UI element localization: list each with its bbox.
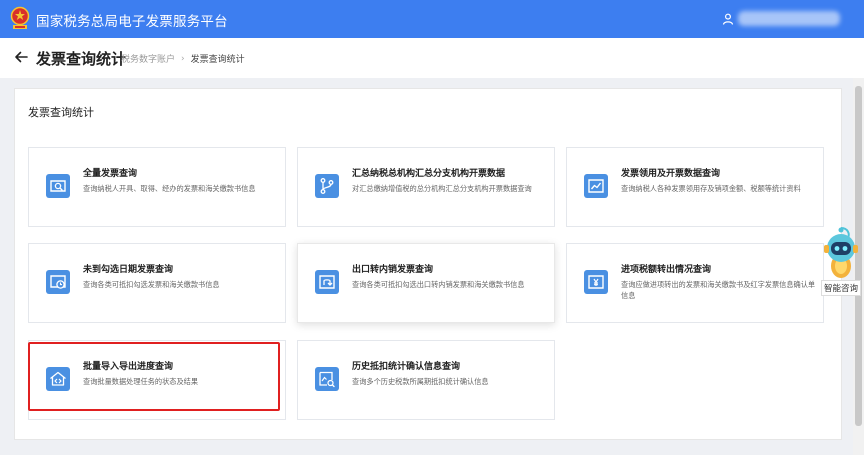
- search-doc-icon: [46, 174, 70, 198]
- clock-doc-icon: [46, 270, 70, 294]
- breadcrumb-item-current: 发票查询统计: [190, 55, 245, 65]
- card-desc: 查询各类可抵扣勾选出口转内销发票和海关缴款书信息: [352, 280, 525, 289]
- card-title: 汇总纳税总机构汇总分支机构开票数据: [352, 169, 506, 179]
- trend-chart-icon: [584, 174, 608, 198]
- card-invoice-usage-query[interactable]: 发票领用及开票数据查询 查询纳税人各种发票领用存及销项金额、税额等统计资料: [566, 147, 824, 227]
- card-not-due-selection-query[interactable]: 未到勾选日期发票查询 查询各类可抵扣勾选发票和海关缴款书信息: [28, 243, 286, 323]
- card-title: 出口转内销发票查询: [352, 265, 434, 275]
- return-doc-icon: [315, 270, 339, 294]
- yen-doc-icon: [584, 270, 608, 294]
- card-desc: 查询各类可抵扣勾选发票和海关缴款书信息: [83, 280, 220, 289]
- page-header: 发票查询统计 税务数字账户 › 发票查询统计: [0, 38, 864, 78]
- card-title: 进项税额转出情况查询: [621, 265, 712, 275]
- card-desc: 查询批量数据处理任务的状态及结果: [83, 377, 199, 386]
- breadcrumb-separator-icon: ›: [181, 53, 185, 64]
- user-icon[interactable]: [722, 13, 734, 25]
- card-title: 未到勾选日期发票查询: [83, 265, 174, 275]
- card-branch-summary-query[interactable]: 汇总纳税总机构汇总分支机构开票数据 对汇总缴纳增值税的总分机构汇总分支机构开票数…: [297, 147, 555, 227]
- card-historical-deduction-query[interactable]: 历史抵扣统计确认信息查询 查询多个历史税款所属期抵扣统计确认信息: [297, 340, 555, 420]
- card-desc: 查询纳税人开具、取得、经办的发票和海关缴款书信息: [83, 184, 256, 193]
- card-input-tax-transfer-query[interactable]: 进项税额转出情况查询 查询应做进项转出的发票和海关缴款书及红字发票信息确认单信息: [566, 243, 824, 323]
- back-arrow-icon[interactable]: [14, 50, 28, 64]
- card-title: 历史抵扣统计确认信息查询: [352, 362, 461, 372]
- national-emblem-icon: [10, 6, 30, 29]
- breadcrumb: 税务数字账户 › 发票查询统计: [121, 52, 245, 66]
- image-search-icon: [315, 367, 339, 391]
- card-desc: 查询应做进项转出的发票和海关缴款书及红字发票信息确认单信息: [621, 280, 816, 300]
- card-title: 批量导入导出进度查询: [83, 362, 174, 372]
- user-name-blurred[interactable]: [738, 11, 840, 26]
- breadcrumb-item-tax-account[interactable]: 税务数字账户: [121, 52, 175, 65]
- top-bar: 国家税务总局电子发票服务平台: [0, 0, 864, 38]
- site-title: 国家税务总局电子发票服务平台: [36, 14, 228, 30]
- card-desc: 对汇总缴纳增值税的总分机构汇总分支机构开票数据查询: [352, 184, 532, 193]
- smart-assistant-robot-icon[interactable]: [822, 226, 860, 282]
- card-desc: 查询纳税人各种发票领用存及销项金额、税额等统计资料: [621, 184, 801, 193]
- smart-assistant-label[interactable]: 智能咨询: [821, 280, 861, 296]
- import-export-icon: [46, 367, 70, 391]
- page-title: 发票查询统计: [36, 50, 127, 68]
- card-export-to-domestic-query[interactable]: 出口转内销发票查询 查询各类可抵扣勾选出口转内销发票和海关缴款书信息: [297, 243, 555, 323]
- card-title: 全量发票查询: [83, 169, 138, 179]
- card-desc: 查询多个历史税款所属期抵扣统计确认信息: [352, 377, 489, 386]
- branch-icon: [315, 174, 339, 198]
- card-batch-import-export-query[interactable]: 批量导入导出进度查询 查询批量数据处理任务的状态及结果: [28, 340, 286, 420]
- card-title: 发票领用及开票数据查询: [621, 169, 721, 179]
- panel-title: 发票查询统计: [28, 106, 94, 119]
- card-full-invoice-query[interactable]: 全量发票查询 查询纳税人开具、取得、经办的发票和海关缴款书信息: [28, 147, 286, 227]
